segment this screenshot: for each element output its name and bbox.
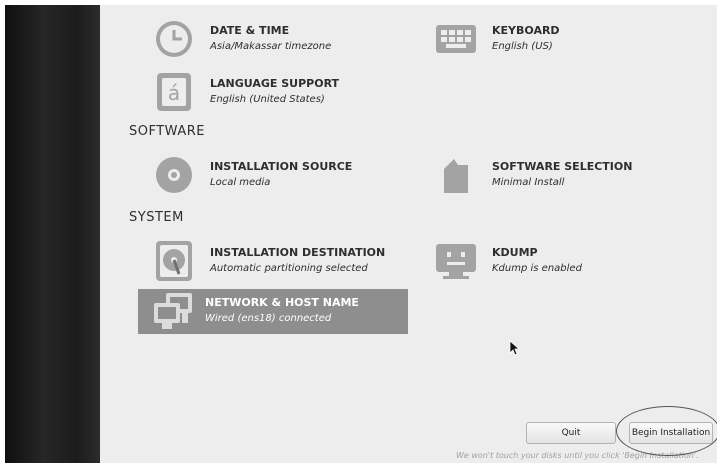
quit-button[interactable]: Quit [526, 422, 616, 444]
section-software: SOFTWARE [129, 124, 205, 139]
spoke-software-selection[interactable]: SOFTWARE SELECTION Minimal Install [425, 153, 695, 197]
spoke-status: Wired (ens18) connected [205, 313, 332, 324]
language-icon: á [153, 71, 195, 113]
spoke-status: Asia/Makassar timezone [210, 41, 332, 52]
spoke-status: English (United States) [210, 94, 325, 105]
package-icon [435, 154, 477, 196]
spoke-status: Local media [210, 177, 271, 188]
spoke-status: Automatic partitioning selected [210, 263, 368, 274]
spoke-network-host-name[interactable]: NETWORK & HOST NAME Wired (ens18) connec… [138, 289, 408, 334]
spoke-title: NETWORK & HOST NAME [205, 296, 359, 309]
kdump-icon [435, 240, 477, 282]
spoke-keyboard[interactable]: KEYBOARD English (US) [425, 17, 695, 61]
spoke-title: SOFTWARE SELECTION [492, 160, 633, 173]
disc-icon [153, 154, 195, 196]
network-icon [152, 290, 194, 332]
spoke-status: English (US) [492, 41, 553, 52]
spoke-installation-source[interactable]: INSTALLATION SOURCE Local media [143, 153, 413, 197]
spoke-title: INSTALLATION DESTINATION [210, 246, 386, 259]
clock-icon [153, 18, 195, 60]
svg-text:á: á [168, 81, 180, 105]
disk-icon [153, 240, 195, 282]
spoke-title: KEYBOARD [492, 24, 560, 37]
sidebar [5, 5, 100, 463]
section-system: SYSTEM [129, 210, 184, 225]
spoke-status: Minimal Install [492, 177, 565, 188]
spoke-title: DATE & TIME [210, 24, 290, 37]
highlight-ring [616, 406, 717, 456]
spoke-title: LANGUAGE SUPPORT [210, 77, 340, 90]
spoke-title: INSTALLATION SOURCE [210, 160, 353, 173]
spoke-installation-destination[interactable]: INSTALLATION DESTINATION Automatic parti… [143, 239, 413, 283]
mouse-cursor-icon [509, 340, 519, 356]
spoke-title: KDUMP [492, 246, 538, 259]
installer-window: DATE & TIME Asia/Makassar timezone KEYBO… [5, 5, 717, 463]
spoke-language-support[interactable]: á LANGUAGE SUPPORT English (United State… [143, 70, 413, 114]
spoke-date-time[interactable]: DATE & TIME Asia/Makassar timezone [143, 17, 413, 61]
spoke-kdump[interactable]: KDUMP Kdump is enabled [425, 239, 695, 283]
spoke-status: Kdump is enabled [492, 263, 582, 274]
keyboard-icon [435, 18, 477, 60]
